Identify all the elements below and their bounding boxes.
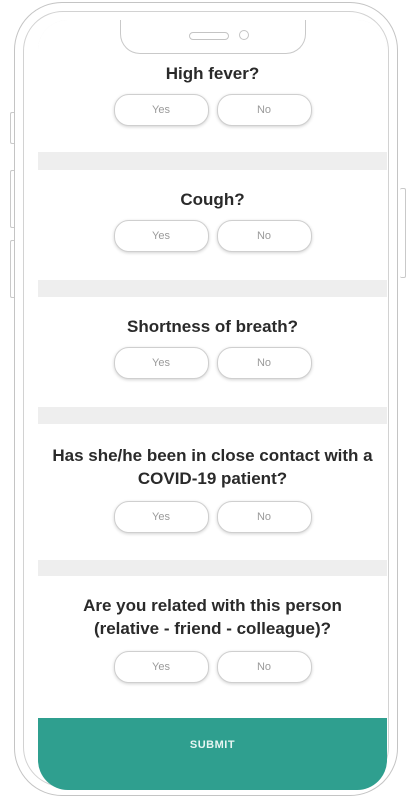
no-button[interactable]: No: [216, 94, 312, 126]
yes-button[interactable]: Yes: [113, 347, 209, 379]
yes-button[interactable]: Yes: [113, 94, 209, 126]
submit-button[interactable]: SUBMIT: [38, 718, 387, 790]
question-card-related: Are you related with this person (relati…: [38, 576, 387, 718]
answer-options: Yes No: [38, 501, 387, 533]
question-card-contact: Has she/he been in close contact with a …: [38, 424, 387, 560]
yes-button[interactable]: Yes: [113, 501, 209, 533]
phone-mockup: High fever? Yes No Cough? Yes No Shortne…: [0, 0, 415, 800]
no-button[interactable]: No: [216, 651, 312, 683]
question-text: Cough?: [180, 190, 245, 209]
question-text: Has she/he been in close contact with a …: [52, 446, 373, 488]
app-screen: High fever? Yes No Cough? Yes No Shortne…: [38, 20, 387, 790]
question-card-breath: Shortness of breath? Yes No: [38, 297, 387, 407]
answer-options: Yes No: [38, 651, 387, 683]
power-button: [400, 188, 406, 278]
answer-options: Yes No: [38, 94, 387, 126]
camera-icon: [239, 30, 249, 40]
speaker-icon: [189, 32, 229, 40]
question-text: Are you related with this person (relati…: [83, 596, 342, 638]
question-card-cough: Cough? Yes No: [38, 170, 387, 280]
question-text: Shortness of breath?: [127, 317, 298, 336]
yes-button[interactable]: Yes: [113, 220, 209, 252]
yes-button[interactable]: Yes: [113, 651, 209, 683]
no-button[interactable]: No: [216, 501, 312, 533]
no-button[interactable]: No: [216, 347, 312, 379]
no-button[interactable]: No: [216, 220, 312, 252]
answer-options: Yes No: [38, 220, 387, 252]
answer-options: Yes No: [38, 347, 387, 379]
phone-notch: [120, 20, 306, 54]
